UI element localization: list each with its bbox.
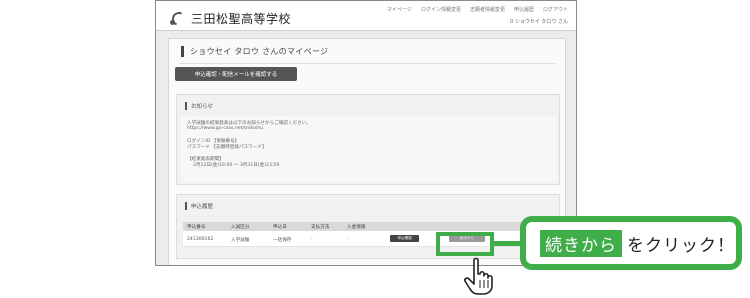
column-header: 申込日 — [273, 225, 287, 230]
section-marker — [185, 202, 187, 210]
nav-login-info[interactable]: ログイン情報変更 — [421, 6, 461, 13]
nav-logout[interactable]: ログアウト — [543, 6, 568, 13]
column-header: 入試区分 — [231, 225, 250, 230]
divider — [179, 63, 555, 64]
nav-history[interactable]: 申込履歴 — [514, 6, 534, 13]
detail-button[interactable]: 申込確認 — [390, 235, 419, 242]
notice-body: 入学試験の結果発表は以下のお知らせからご確認ください。 https://www.… — [181, 116, 557, 182]
hand-pointer-icon — [464, 257, 493, 295]
column-header: 申込番号 — [187, 225, 206, 230]
instruction-callout: 続きから をクリック！ — [520, 216, 742, 270]
payment-method: - — [311, 237, 313, 242]
main-panel: ショウセイ タロウ さんのマイページ 申込確認・配信メールを確認する お知らせ … — [168, 38, 566, 265]
column-header: 入金情報 — [347, 225, 366, 230]
history-heading-text: 申込履歴 — [191, 204, 214, 210]
notice-line: パスワード 【志願時登録パスワード】 — [187, 145, 267, 150]
notice-heading: お知らせ — [185, 102, 213, 110]
table-header: 申込番号 入試区分 申込日 支払方法 入金情報 — [183, 222, 555, 231]
school-logo[interactable]: 三田松聖高等学校 — [170, 9, 292, 28]
header: 三田松聖高等学校 マイページ ログイン情報変更 志願者情報変更 申込履歴 ログア… — [156, 1, 576, 31]
notice-line: 2月12日(金)16:00 ～ 3月31日(金)23:59 — [193, 163, 280, 168]
school-emblem-icon — [170, 9, 188, 28]
school-name: 三田松聖高等学校 — [191, 12, 292, 26]
callout-button-name: 続きから — [540, 229, 622, 257]
history-heading: 申込履歴 — [185, 202, 213, 210]
top-nav: マイページ ログイン情報変更 志願者情報変更 申込履歴 ログアウト — [387, 6, 568, 13]
resend-confirmation-button[interactable]: 申込確認・配信メールを確認する — [175, 67, 297, 81]
browser-screenshot: 三田松聖高等学校 マイページ ログイン情報変更 志願者情報変更 申込履歴 ログア… — [155, 0, 577, 266]
nav-mypage[interactable]: マイページ — [387, 6, 412, 13]
exam-category: 入学試験 — [231, 238, 250, 243]
payment-status: - — [347, 237, 349, 242]
title-bar-marker — [181, 46, 184, 57]
nav-applicant-info[interactable]: 志願者情報変更 — [470, 6, 505, 13]
page-title-text: ショウセイ タロウ さんのマイページ — [190, 47, 329, 56]
notice-section: お知らせ 入学試験の結果発表は以下のお知らせからご確認ください。 https:/… — [176, 94, 560, 185]
notice-link[interactable]: https://www.go-cass.net/sndoshu — [187, 126, 263, 131]
application-number: 241300162 — [187, 237, 214, 242]
column-header: 支払方法 — [311, 225, 330, 230]
continue-button-highlight — [436, 232, 494, 256]
user-name: 0 ショウセイ タロウ さん — [510, 19, 568, 25]
history-section: 申込履歴 申込番号 入試区分 申込日 支払方法 入金情報 241300162 入… — [176, 194, 560, 259]
notice-heading-text: お知らせ — [191, 104, 213, 110]
application-date: 一括保存 — [273, 238, 292, 243]
section-marker — [185, 102, 187, 110]
callout-instruction: をクリック！ — [627, 235, 735, 256]
page-title: ショウセイ タロウ さんのマイページ — [181, 46, 328, 57]
